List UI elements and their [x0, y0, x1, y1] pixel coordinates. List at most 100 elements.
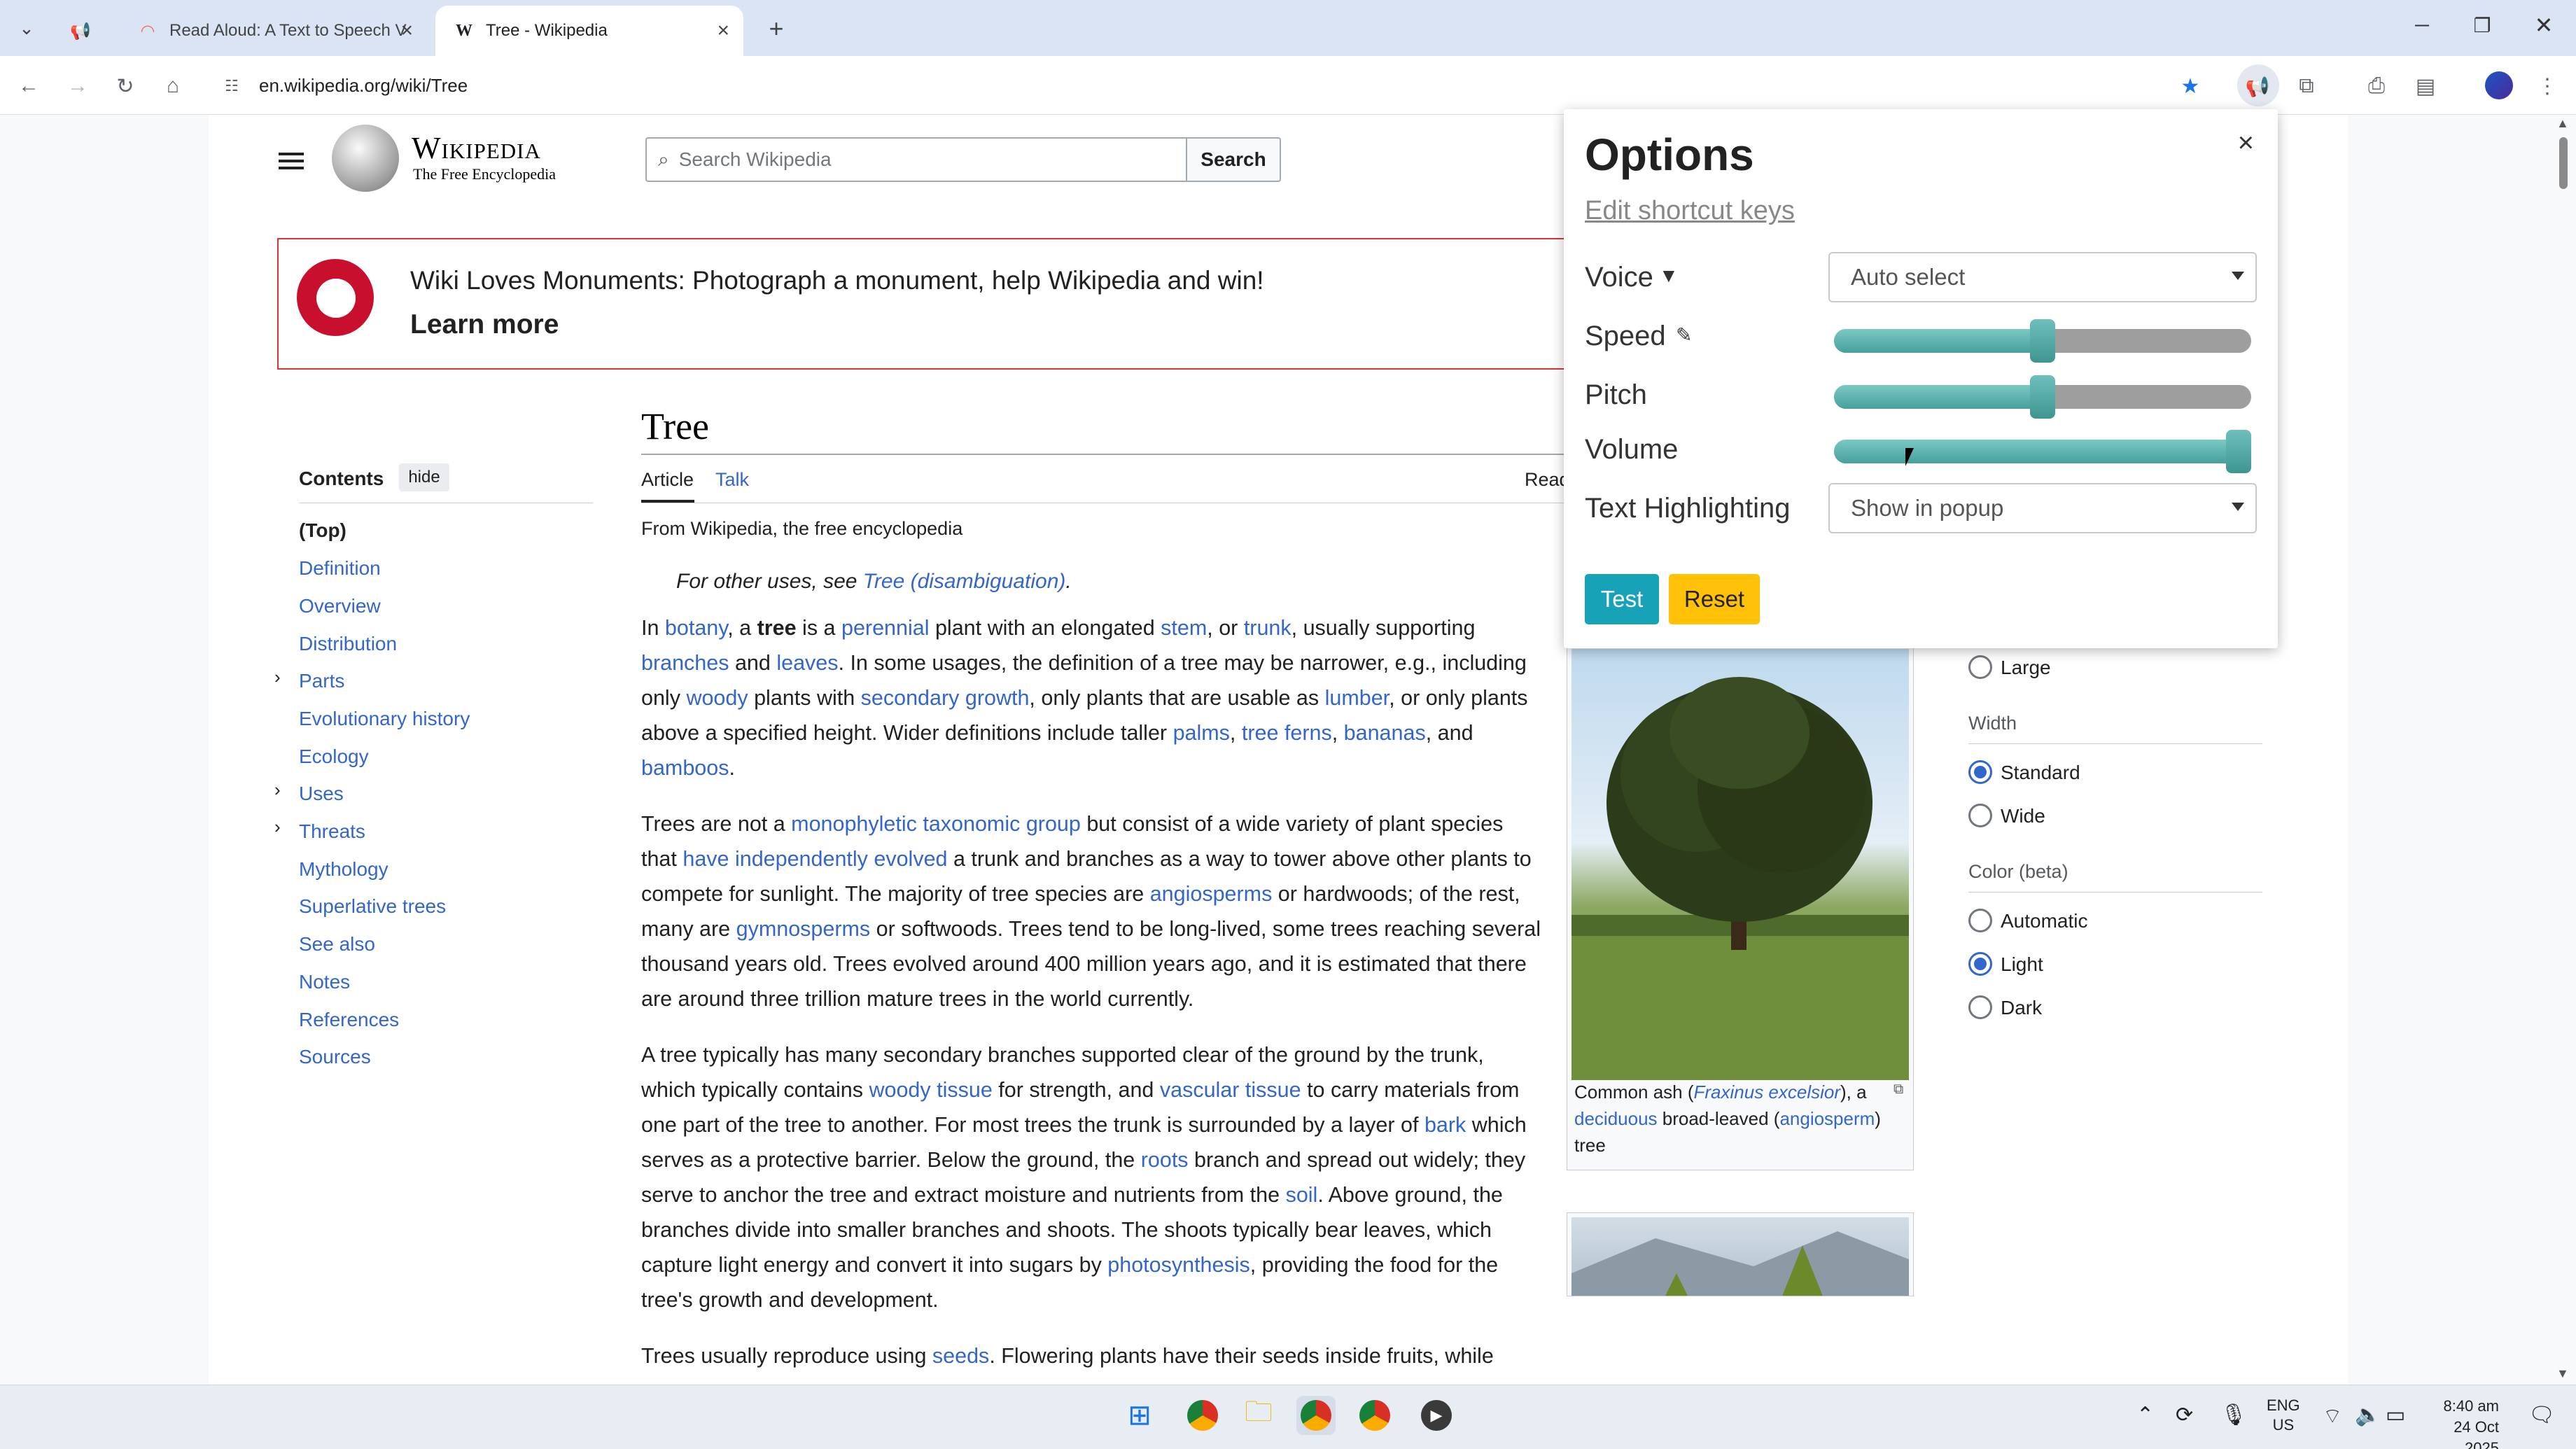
wikipedia-wordmark[interactable]: Wikipedia	[412, 130, 541, 166]
tab-article[interactable]: Article	[641, 469, 694, 491]
battery-icon[interactable]: ▭	[2386, 1403, 2405, 1427]
menu-kebab-icon[interactable]: ⋮	[2530, 69, 2565, 104]
site-info-icon[interactable]: ☷	[214, 69, 249, 104]
pitch-slider[interactable]	[1834, 375, 2251, 419]
toc-item-overview[interactable]: Overview	[299, 592, 381, 620]
tab-read-aloud-pinned[interactable]: 📢	[52, 6, 122, 56]
tab-read-aloud[interactable]: ◠ Read Aloud: A Text to Speech V ×	[119, 6, 427, 56]
pitch-slider-thumb[interactable]	[2030, 375, 2055, 419]
bookmark-star-icon[interactable]: ★	[2173, 69, 2208, 104]
toc-title: Contents	[299, 468, 384, 489]
minimize-button[interactable]: ─	[2408, 11, 2436, 39]
wikipedia-globe-icon[interactable]	[332, 125, 399, 192]
url-text[interactable]: en.wikipedia.org/wiki/Tree	[259, 64, 468, 106]
title-divider	[641, 454, 1565, 455]
close-icon[interactable]: ×	[400, 19, 413, 43]
image-caption: Common ash (Fraxinus excelsior), a decidu…	[1574, 1082, 1881, 1156]
read-aloud-icon[interactable]: 📢	[2240, 69, 2275, 104]
wiki-loves-monuments-banner: Wiki Loves Monuments: Photograph a monum…	[277, 238, 1621, 370]
width-wide-radio[interactable]	[1968, 804, 1992, 827]
tab-list-button[interactable]: ⌄	[13, 14, 41, 42]
toc-item-notes[interactable]: Notes	[299, 968, 350, 996]
toc-item-sources[interactable]: Sources	[299, 1043, 371, 1071]
close-icon[interactable]: ×	[717, 19, 729, 43]
reset-button[interactable]: Reset	[1669, 574, 1760, 624]
close-window-button[interactable]: ✕	[2530, 11, 2558, 39]
toc-item-superlative-trees[interactable]: Superlative trees	[299, 892, 446, 920]
edit-shortcut-keys-link[interactable]: Edit shortcut keys	[1585, 196, 1795, 226]
reload-icon[interactable]: ↻	[108, 69, 143, 104]
voice-select[interactable]: Auto select	[1828, 252, 2257, 302]
main-menu-icon[interactable]	[279, 148, 304, 174]
reading-list-icon[interactable]: ▤	[2408, 69, 2443, 104]
toc-item-threats[interactable]: Threats	[299, 818, 365, 846]
color-dark-radio[interactable]	[1968, 995, 1992, 1019]
windows-start-icon[interactable]: ⊞	[1120, 1396, 1159, 1435]
language-indicator[interactable]: ENG US	[2267, 1396, 2300, 1435]
scroll-down-arrow[interactable]: ▼	[2556, 1366, 2569, 1381]
toc-item-see-also[interactable]: See also	[299, 930, 375, 958]
filter-icon[interactable]: ▼	[1659, 265, 1679, 287]
chevron-right-icon[interactable]: ›	[274, 666, 281, 688]
disambiguation-link[interactable]: Tree (disambiguation)	[863, 570, 1066, 593]
chevron-right-icon[interactable]: ›	[274, 779, 281, 801]
tab-tree-wikipedia[interactable]: W Tree - Wikipedia ×	[435, 6, 743, 56]
toc-item-definition[interactable]: Definition	[299, 554, 381, 582]
toc-item-references[interactable]: References	[299, 1006, 399, 1034]
clock[interactable]: 8:40 am 24 Oct 2025	[2429, 1396, 2500, 1449]
chevron-up-icon[interactable]: ⌃	[2136, 1403, 2154, 1427]
toc-hide-button[interactable]: hide	[399, 463, 449, 491]
common-ash-tree-photo[interactable]	[1572, 649, 1909, 1080]
chrome-profile-icon[interactable]	[1355, 1396, 1394, 1435]
back-icon[interactable]: ←	[11, 69, 46, 104]
search-button[interactable]: Search	[1186, 137, 1281, 182]
banner-learn-more-link[interactable]: Learn more	[410, 309, 559, 340]
volume-slider-thumb[interactable]	[2226, 430, 2251, 473]
toc-item-ecology[interactable]: Ecology	[299, 743, 369, 771]
text-highlighting-select[interactable]: Show in popup	[1828, 483, 2257, 533]
text-size-large-radio[interactable]	[1968, 655, 1992, 679]
toc-item-uses[interactable]: Uses	[299, 780, 344, 808]
profile-avatar[interactable]	[2485, 71, 2513, 99]
print-icon[interactable]: ⎙	[2359, 69, 2394, 104]
toc-item-mythology[interactable]: Mythology	[299, 855, 388, 883]
color-automatic-radio[interactable]	[1968, 909, 1992, 932]
app-icon-chrome-red[interactable]	[1183, 1396, 1222, 1435]
close-icon[interactable]: ×	[2238, 127, 2254, 159]
pitch-label: Pitch	[1585, 379, 1647, 410]
enlarge-icon[interactable]: ⧉	[1893, 1082, 1903, 1098]
extensions-icon[interactable]: ⧉	[2289, 69, 2324, 104]
notification-icon[interactable]: 🗨	[2528, 1403, 2555, 1427]
width-standard-radio[interactable]	[1968, 760, 1992, 784]
toc-item-parts[interactable]: Parts	[299, 667, 344, 695]
tab-read[interactable]: Read	[1525, 469, 1570, 491]
test-button[interactable]: Test	[1585, 574, 1659, 624]
file-explorer-icon[interactable]: 🗀	[1239, 1396, 1278, 1435]
scrollbar-thumb[interactable]	[2559, 137, 2568, 189]
wifi-icon[interactable]: ⌔	[2323, 1403, 2342, 1429]
chevron-right-icon[interactable]: ›	[274, 816, 281, 838]
speed-slider-thumb[interactable]	[2030, 319, 2055, 363]
volume-icon[interactable]: 🔈	[2355, 1403, 2381, 1427]
page-scrollbar[interactable]	[2551, 115, 2576, 1385]
toc-item-distribution[interactable]: Distribution	[299, 630, 397, 658]
address-bar[interactable]	[203, 64, 2233, 106]
color-light-radio[interactable]	[1968, 952, 1992, 976]
speed-slider[interactable]	[1834, 319, 2251, 363]
conifer-tree-photo[interactable]	[1572, 1217, 1909, 1296]
microphone-icon[interactable]: 🎙	[2220, 1403, 2247, 1427]
scroll-up-arrow[interactable]: ▲	[2556, 116, 2569, 131]
sync-icon[interactable]: ⟳	[2176, 1403, 2193, 1427]
tab-talk[interactable]: Talk	[715, 469, 749, 491]
chrome-icon[interactable]	[1296, 1396, 1336, 1435]
volume-slider[interactable]	[1834, 430, 2251, 473]
home-icon[interactable]: ⌂	[155, 69, 190, 104]
new-tab-button[interactable]: +	[760, 13, 792, 45]
search-input[interactable]: ⌕ Search Wikipedia	[645, 137, 1187, 182]
forward-icon[interactable]: →	[60, 69, 95, 104]
toc-item-evolutionary-history[interactable]: Evolutionary history	[299, 705, 470, 733]
restore-button[interactable]: ❐	[2468, 11, 2496, 39]
media-player-icon[interactable]: ▶	[1417, 1396, 1456, 1435]
edit-pencil-icon[interactable]: ✎	[1676, 323, 1692, 346]
toc-item-top[interactable]: (Top)	[299, 517, 346, 545]
